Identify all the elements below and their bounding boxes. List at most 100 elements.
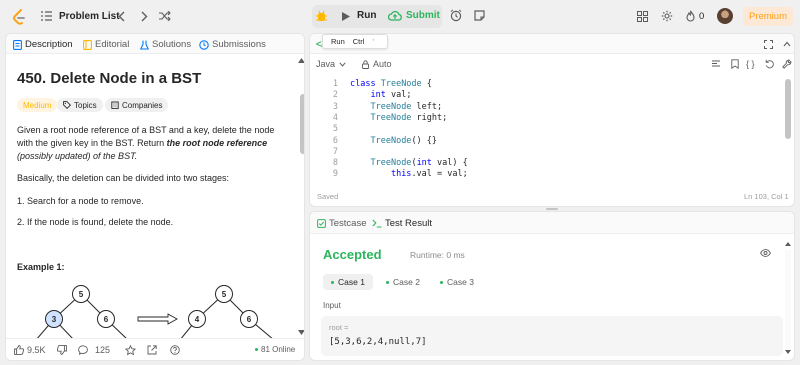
avatar[interactable]: [717, 8, 733, 24]
result-scroll-track: [785, 250, 791, 350]
line-number: 4: [332, 112, 338, 123]
scroll-up-icon[interactable]: [785, 242, 791, 246]
tag-icon: [63, 101, 71, 109]
fire-icon[interactable]: [686, 10, 695, 22]
run-button[interactable]: Run: [357, 10, 376, 21]
document-icon: [13, 39, 22, 50]
tab-testcase-label: Testcase: [329, 218, 367, 229]
comment-icon: [78, 345, 88, 355]
tab-editorial[interactable]: Editorial: [83, 39, 129, 50]
tab-solutions[interactable]: Solutions: [140, 39, 191, 50]
editor-scrollbar[interactable]: [785, 79, 791, 139]
case-2-button[interactable]: Case 2: [378, 274, 428, 290]
case-3-button[interactable]: Case 3: [432, 274, 482, 290]
variable-name: root =: [329, 323, 349, 332]
leetcode-logo[interactable]: [12, 9, 26, 25]
online-count: 81 Online: [261, 345, 296, 354]
expand-icon[interactable]: [764, 40, 773, 49]
comment-count: 125: [95, 345, 111, 355]
flask-icon: [140, 40, 149, 50]
debug-icon[interactable]: [316, 10, 327, 22]
scroll-up-icon[interactable]: [298, 58, 304, 63]
star-icon[interactable]: [125, 345, 136, 356]
tree-node: 6: [104, 315, 109, 324]
problem-list-link[interactable]: Problem List: [59, 11, 120, 22]
help-icon[interactable]: [170, 345, 180, 355]
case-label: Case 1: [338, 277, 365, 287]
line-number: 1: [332, 79, 338, 89]
tab-testcase[interactable]: Testcase: [317, 218, 367, 229]
comments-button[interactable]: 125: [78, 345, 110, 355]
format-icon[interactable]: [712, 60, 720, 68]
tab-editorial-label: Editorial: [95, 39, 130, 50]
scrollbar-thumb[interactable]: [300, 94, 304, 154]
online-indicator: 81 Online: [255, 345, 295, 354]
line-number: 6: [332, 135, 338, 146]
language-select[interactable]: Java: [316, 59, 346, 69]
tree-node: 4: [195, 315, 200, 324]
chevron-up-icon[interactable]: [783, 40, 791, 48]
chevron-left-icon[interactable]: [118, 11, 125, 22]
note-icon[interactable]: [474, 10, 485, 21]
play-icon: [342, 12, 350, 21]
share-icon[interactable]: [147, 345, 157, 355]
reset-icon[interactable]: [765, 59, 775, 69]
chevron-right-icon[interactable]: [141, 11, 148, 22]
checkbox-icon: [317, 219, 326, 228]
tree-node: 6: [247, 315, 252, 324]
tab-description[interactable]: Description: [13, 39, 73, 50]
auto-mode-toggle[interactable]: Auto: [362, 59, 392, 69]
streak-count: 0: [699, 11, 705, 22]
problem-list-icon[interactable]: [41, 11, 52, 21]
case-pass-dot: [331, 280, 334, 284]
top-navbar: Problem List Run Submit 0 Premium: [0, 0, 800, 33]
topics-badge[interactable]: Topics: [57, 98, 103, 112]
companies-label: Companies: [122, 100, 163, 110]
tree-node: 5: [222, 290, 227, 299]
tab-test-result[interactable]: Test Result: [372, 218, 432, 229]
tab-test-result-label: Test Result: [385, 218, 432, 229]
code-area[interactable]: 1 class TreeNode { 2 int val; 3 TreeNode …: [310, 79, 780, 184]
panel-resize-handle[interactable]: [546, 208, 558, 210]
online-dot: [255, 348, 258, 351]
variable-value[interactable]: [5,3,6,2,4,null,7]: [329, 337, 427, 347]
gear-icon[interactable]: [661, 10, 673, 22]
scroll-down-icon[interactable]: [785, 350, 791, 354]
bottom-action-bar: 9.5K 125 81 Online: [6, 338, 304, 360]
problem-description: Given a root node reference of a BST and…: [17, 124, 292, 163]
submit-button[interactable]: Submit: [406, 10, 440, 21]
settings-icon[interactable]: [782, 59, 792, 69]
alarm-clock-icon[interactable]: [450, 9, 462, 22]
line-number: 7: [332, 146, 338, 157]
tab-description-label: Description: [25, 39, 73, 50]
result-status: Accepted: [323, 247, 382, 262]
problem-title[interactable]: 450. Delete Node in a BST: [17, 70, 201, 87]
line-number: 5: [332, 124, 338, 135]
desc-bold-text: the root node reference: [166, 138, 268, 148]
layout-grid-icon[interactable]: [637, 11, 648, 22]
braces-icon[interactable]: { }: [746, 59, 755, 69]
terminal-icon: [372, 219, 382, 228]
like-count: 9.5K: [27, 345, 46, 355]
bookmark-icon[interactable]: [731, 59, 739, 69]
input-label: Input: [323, 301, 341, 310]
case-1-button[interactable]: Case 1: [323, 274, 373, 290]
difficulty-badge: Medium: [17, 98, 58, 112]
runtime-text: Runtime: 0 ms: [410, 250, 465, 260]
tab-solutions-label: Solutions: [152, 39, 192, 50]
code-editor-panel: </ Java Auto { } 1 class TreeNode { 2 int…: [309, 33, 795, 207]
dislike-button[interactable]: [57, 345, 67, 355]
premium-button[interactable]: Premium: [743, 7, 793, 26]
case-label: Case 2: [393, 277, 420, 287]
companies-badge[interactable]: Companies: [105, 98, 169, 112]
eye-icon[interactable]: [760, 249, 771, 257]
like-button[interactable]: 9.5K: [14, 345, 46, 355]
input-box: root = [5,3,6,2,4,null,7]: [321, 316, 783, 356]
language-label: Java: [316, 59, 336, 69]
arrow-right-icon: [137, 313, 178, 325]
scroll-down-icon[interactable]: [298, 330, 304, 335]
tab-submissions[interactable]: Submissions: [199, 39, 266, 50]
chevron-down-icon: [339, 61, 346, 67]
shuffle-icon[interactable]: [159, 11, 171, 21]
line-number: 2: [332, 90, 338, 101]
